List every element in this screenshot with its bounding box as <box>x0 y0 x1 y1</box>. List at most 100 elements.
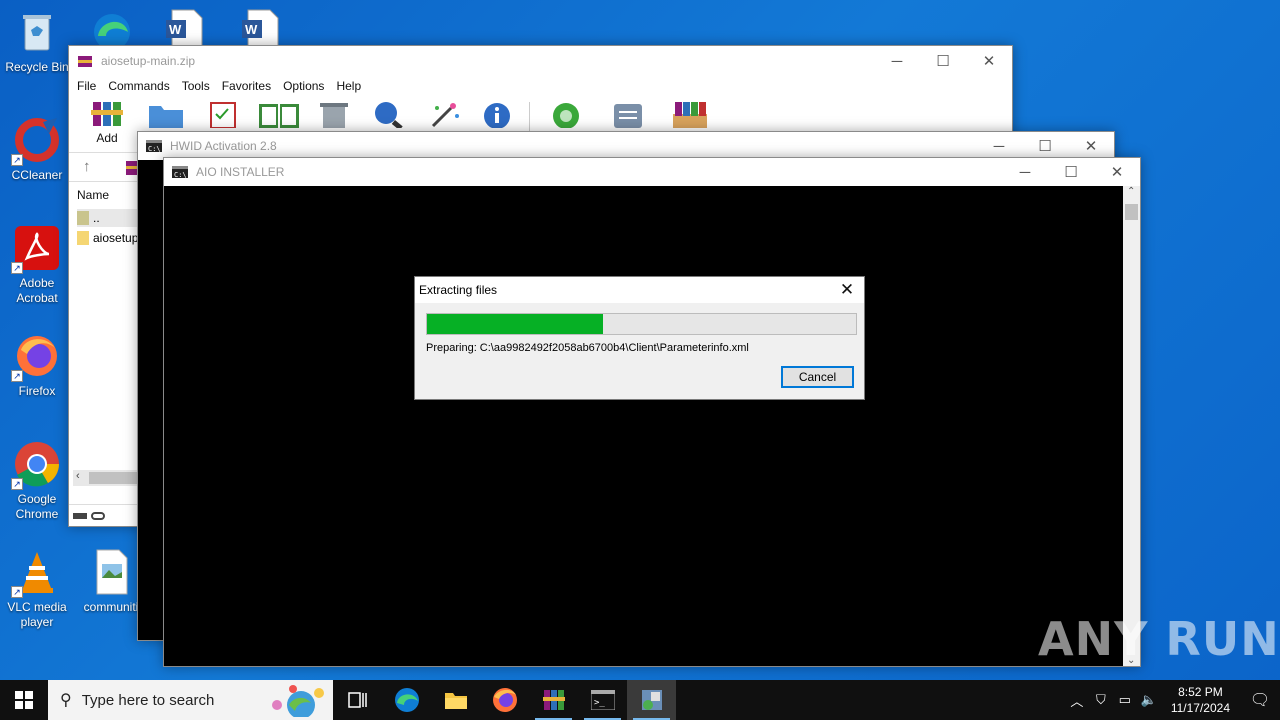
view-book-icon[interactable] <box>257 100 301 128</box>
scroll-thumb[interactable] <box>1125 204 1138 220</box>
scroll-up-icon[interactable]: ⌃ <box>1127 186 1135 197</box>
menu-tools[interactable]: Tools <box>176 79 216 93</box>
volume-icon[interactable]: 🔈 <box>1137 692 1161 708</box>
adobe-acrobat-icon: ↗ <box>11 224 61 274</box>
desktop-icon-label: Firefox <box>18 384 56 398</box>
close-button[interactable]: ✕ <box>966 46 1012 76</box>
minimize-button[interactable]: ─ <box>874 46 920 76</box>
network-icon[interactable]: ▭ <box>1113 692 1137 708</box>
desktop-icon-label: communiti <box>83 600 139 614</box>
close-button[interactable]: ✕ <box>1094 157 1140 187</box>
file-row-parent[interactable]: .. <box>77 209 139 227</box>
chevron-up-icon[interactable]: ︿ <box>1065 691 1089 710</box>
window-title: aiosetup-main.zip <box>101 54 196 68</box>
start-button[interactable] <box>0 680 48 720</box>
desktop-icon-google-chrome[interactable]: ↗ Google Chrome <box>0 440 74 522</box>
edge-icon <box>394 688 419 712</box>
toolbar-add-label: Add <box>96 131 118 145</box>
desktop-icon-label: CCleaner <box>11 168 63 182</box>
info-icon[interactable] <box>481 100 513 128</box>
maximize-button[interactable]: ☐ <box>920 46 966 76</box>
taskbar-winrar[interactable] <box>529 680 578 720</box>
clock[interactable]: 8:52 PM 11/17/2024 <box>1161 684 1240 716</box>
virus-scan-icon[interactable] <box>549 100 583 128</box>
console-output-area[interactable] <box>164 186 1124 666</box>
edge-icon <box>94 14 130 50</box>
find-magnifier-icon[interactable] <box>371 100 407 128</box>
maximize-button[interactable]: ☐ <box>1048 157 1094 187</box>
console-app-icon: C:\ <box>146 140 162 152</box>
svg-text:C:\: C:\ <box>174 171 187 178</box>
hwid-titlebar[interactable]: C:\ HWID Activation 2.8 ─ ☐ ✕ <box>138 132 1114 160</box>
network-shield-icon[interactable]: ⛉ <box>1089 692 1113 708</box>
desktop-icon-recycle-bin[interactable]: Recycle Bin <box>0 8 74 75</box>
console-app-icon: C:\ <box>172 166 188 178</box>
search-icon: ⚲ <box>60 692 72 709</box>
task-view-button[interactable] <box>333 680 382 720</box>
extract-folder-icon[interactable] <box>147 100 185 128</box>
taskbar-console[interactable]: >_ <box>578 680 627 720</box>
menu-help[interactable]: Help <box>330 79 367 93</box>
toolbar-add-button[interactable]: Add <box>87 98 127 145</box>
chrome-icon: ↗ <box>11 440 61 490</box>
desktop-icon-firefox[interactable]: ↗ Firefox <box>0 332 74 399</box>
desktop-icon-ccleaner[interactable]: ↗ CCleaner <box>0 116 74 183</box>
menu-favorites[interactable]: Favorites <box>216 79 277 93</box>
taskbar-edge[interactable] <box>382 680 431 720</box>
toolbar-separator <box>529 102 530 132</box>
search-highlight-icon <box>272 685 324 717</box>
column-header-name[interactable]: Name <box>77 188 109 202</box>
comment-icon[interactable] <box>611 100 645 128</box>
taskbar: ⚲ Type here to search >_ ︿ ⛉ ▭ 🔈 8:52 PM… <box>0 680 1280 720</box>
taskbar-firefox[interactable] <box>480 680 529 720</box>
dialog-title: Extracting files <box>419 283 498 297</box>
folder-icon <box>77 231 89 245</box>
clock-date: 11/17/2024 <box>1170 701 1230 715</box>
taskbar-file-explorer[interactable] <box>431 680 480 720</box>
system-tray: ︿ ⛉ ▭ 🔈 8:52 PM 11/17/2024 🗨 <box>1065 680 1280 720</box>
taskbar-installer[interactable] <box>627 680 676 720</box>
taskbar-search-box[interactable]: ⚲ Type here to search <box>48 680 333 720</box>
desktop-icon-edge[interactable] <box>88 6 136 50</box>
aio-titlebar[interactable]: C:\ AIO INSTALLER ─ ☐ ✕ <box>164 158 1140 186</box>
horizontal-scrollbar[interactable]: ‹ <box>73 470 137 486</box>
menu-commands[interactable]: Commands <box>102 79 175 93</box>
winrar-menubar: File Commands Tools Favorites Options He… <box>69 76 1012 96</box>
word-document-icon: W <box>242 9 279 47</box>
shortcut-arrow-icon: ↗ <box>11 370 23 382</box>
notification-icon[interactable]: 🗨 <box>1240 690 1280 710</box>
window-title: HWID Activation 2.8 <box>170 139 277 153</box>
dialog-close-icon[interactable]: ✕ <box>836 280 858 300</box>
scroll-left-icon[interactable]: ‹ <box>76 470 80 482</box>
image-file-icon <box>87 548 135 596</box>
winrar-statusbar <box>69 504 139 526</box>
up-arrow-icon[interactable]: ↑ <box>83 158 91 175</box>
wizard-wand-icon[interactable] <box>427 100 461 128</box>
shortcut-arrow-icon: ↗ <box>11 262 23 274</box>
desktop-icon-label: Recycle Bin <box>5 60 69 74</box>
key-icon <box>91 511 105 520</box>
winrar-titlebar[interactable]: aiosetup-main.zip ─ ☐ ✕ <box>69 46 1012 76</box>
vertical-scrollbar[interactable]: ⌃ ⌄ <box>1123 186 1140 666</box>
shortcut-arrow-icon: ↗ <box>11 586 23 598</box>
desktop-icon-word-1[interactable]: W <box>164 8 204 47</box>
test-clipboard-icon[interactable] <box>207 100 239 128</box>
winrar-icon <box>542 690 565 710</box>
file-row-aiosetup[interactable]: aiosetup <box>77 229 139 247</box>
desktop-icon-vlc[interactable]: ↗ VLC media player <box>0 548 74 630</box>
desktop-icon-word-2[interactable]: W <box>240 8 280 47</box>
cancel-button[interactable]: Cancel <box>781 366 854 388</box>
minimize-button[interactable]: ─ <box>1002 157 1048 187</box>
extraction-progress-bar <box>426 313 857 335</box>
parent-folder-icon <box>77 211 89 225</box>
menu-file[interactable]: File <box>71 79 102 93</box>
extraction-status-text: Preparing: C:\aa9982492f2058ab6700b4\Cli… <box>426 342 749 354</box>
scroll-thumb[interactable] <box>89 472 137 484</box>
sfx-box-icon[interactable] <box>669 100 711 128</box>
desktop-icon-adobe-acrobat[interactable]: ↗ Adobe Acrobat <box>0 224 74 306</box>
aio-installer-window: C:\ AIO INSTALLER ─ ☐ ✕ ⌃ ⌄ <box>163 157 1141 667</box>
menu-options[interactable]: Options <box>277 79 330 93</box>
word-document-icon: W <box>166 9 203 47</box>
dialog-titlebar[interactable]: Extracting files <box>415 277 864 303</box>
delete-trash-icon[interactable] <box>317 100 351 128</box>
